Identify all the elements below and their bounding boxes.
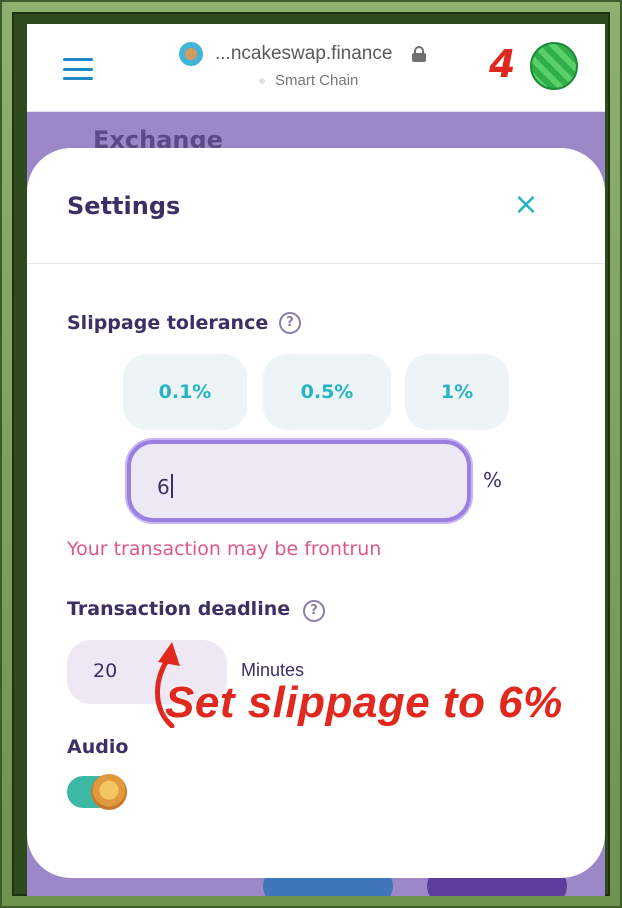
slippage-input[interactable]: 6 <box>127 440 471 522</box>
audio-toggle[interactable] <box>67 774 127 810</box>
pancake-toggle-icon <box>91 774 127 810</box>
slippage-label: Slippage tolerance <box>67 312 269 334</box>
app-screen: ...ncakeswap.finance Smart Chain 4 Excha… <box>27 24 605 896</box>
slippage-help-icon[interactable]: ? <box>279 312 301 334</box>
modal-title: Settings <box>67 192 181 220</box>
url-text: ...ncakeswap.finance <box>215 43 393 64</box>
settings-modal: Settings × Slippage tolerance ? 0.1% 0.5… <box>27 148 605 878</box>
close-icon[interactable]: × <box>513 190 539 220</box>
slippage-input-value: 6 <box>157 475 170 499</box>
url-bar[interactable]: ...ncakeswap.finance <box>179 40 427 68</box>
network-indicator: Smart Chain <box>259 72 358 89</box>
pancake-site-icon <box>179 42 203 66</box>
menu-icon[interactable] <box>63 58 93 80</box>
text-caret <box>170 474 173 498</box>
deadline-help-icon[interactable]: ? <box>303 600 325 622</box>
avatar[interactable] <box>530 42 578 90</box>
slippage-preset-1[interactable]: 1% <box>405 354 509 430</box>
network-name: Smart Chain <box>275 72 359 89</box>
slippage-unit: % <box>483 468 503 492</box>
step-number-annotation: 4 <box>489 42 516 86</box>
slippage-preset-0-1[interactable]: 0.1% <box>123 354 247 430</box>
annotation-callout: Set slippage to 6% <box>165 678 563 727</box>
lock-icon <box>412 46 427 62</box>
frontrun-warning: Your transaction may be frontrun <box>67 538 382 560</box>
browser-topbar: ...ncakeswap.finance Smart Chain 4 <box>27 24 605 112</box>
deadline-label: Transaction deadline <box>67 598 291 620</box>
audio-label: Audio <box>67 736 129 758</box>
network-dot-icon <box>259 77 265 84</box>
modal-header: Settings × <box>27 148 605 264</box>
slippage-preset-0-5[interactable]: 0.5% <box>263 354 391 430</box>
